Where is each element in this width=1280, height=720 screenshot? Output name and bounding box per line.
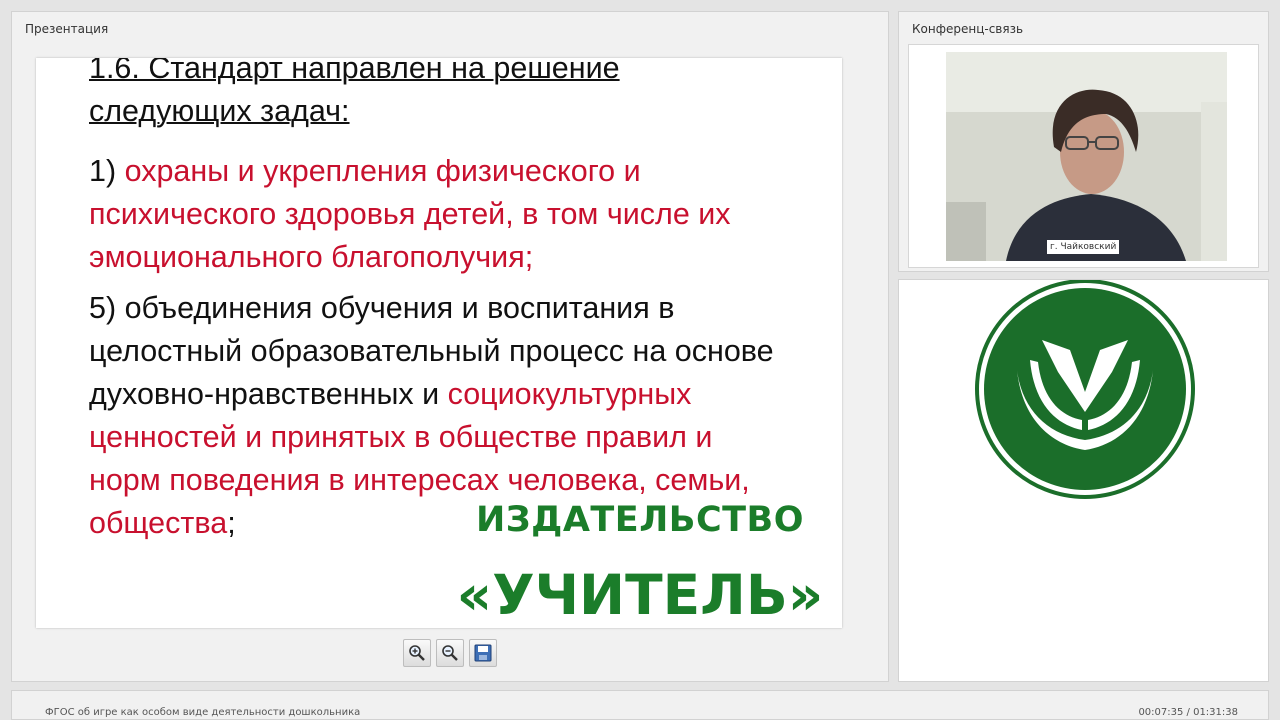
webinar-title: ФГОС об игре как особом виде деятельност… — [45, 707, 361, 718]
zoom-out-icon — [442, 645, 458, 661]
slide-heading: 1.6. Стандарт направлен на решение следу… — [89, 58, 620, 128]
publisher-name-line-1: ИЗДАТЕЛЬСТВО — [476, 500, 804, 540]
save-icon — [474, 644, 492, 662]
presentation-panel-title: Презентация — [25, 22, 109, 36]
zoom-in-icon — [409, 645, 425, 661]
conference-panel-title: Конференц-связь — [912, 22, 1024, 36]
publisher-logo-icon — [975, 280, 1195, 499]
participant-location-label: г. Чайковский — [1047, 240, 1120, 254]
slide-item-1-text: охраны и укрепления физического и психич… — [89, 154, 731, 274]
slide: 1.6. Стандарт направлен на решение следу… — [36, 58, 842, 628]
playback-timecode: 00:07:35 / 01:31:38 — [1138, 707, 1238, 718]
publisher-name-line-2: «УЧИТЕЛЬ» — [456, 563, 824, 627]
save-button[interactable] — [469, 639, 497, 667]
webcam-video[interactable]: г. Чайковский — [946, 52, 1227, 261]
speaker-video-image — [946, 52, 1227, 261]
zoom-out-button[interactable] — [436, 639, 464, 667]
video-frame: г. Чайковский — [908, 44, 1259, 268]
status-bar: ФГОС об игре как особом виде деятельност… — [11, 690, 1269, 720]
slide-item-1-number: 1) — [89, 154, 125, 188]
conference-panel: Конференц-связь г. Чайковский — [898, 11, 1269, 272]
zoom-in-button[interactable] — [403, 639, 431, 667]
slide-item-1: 1) охраны и укрепления физического и пси… — [89, 150, 799, 279]
